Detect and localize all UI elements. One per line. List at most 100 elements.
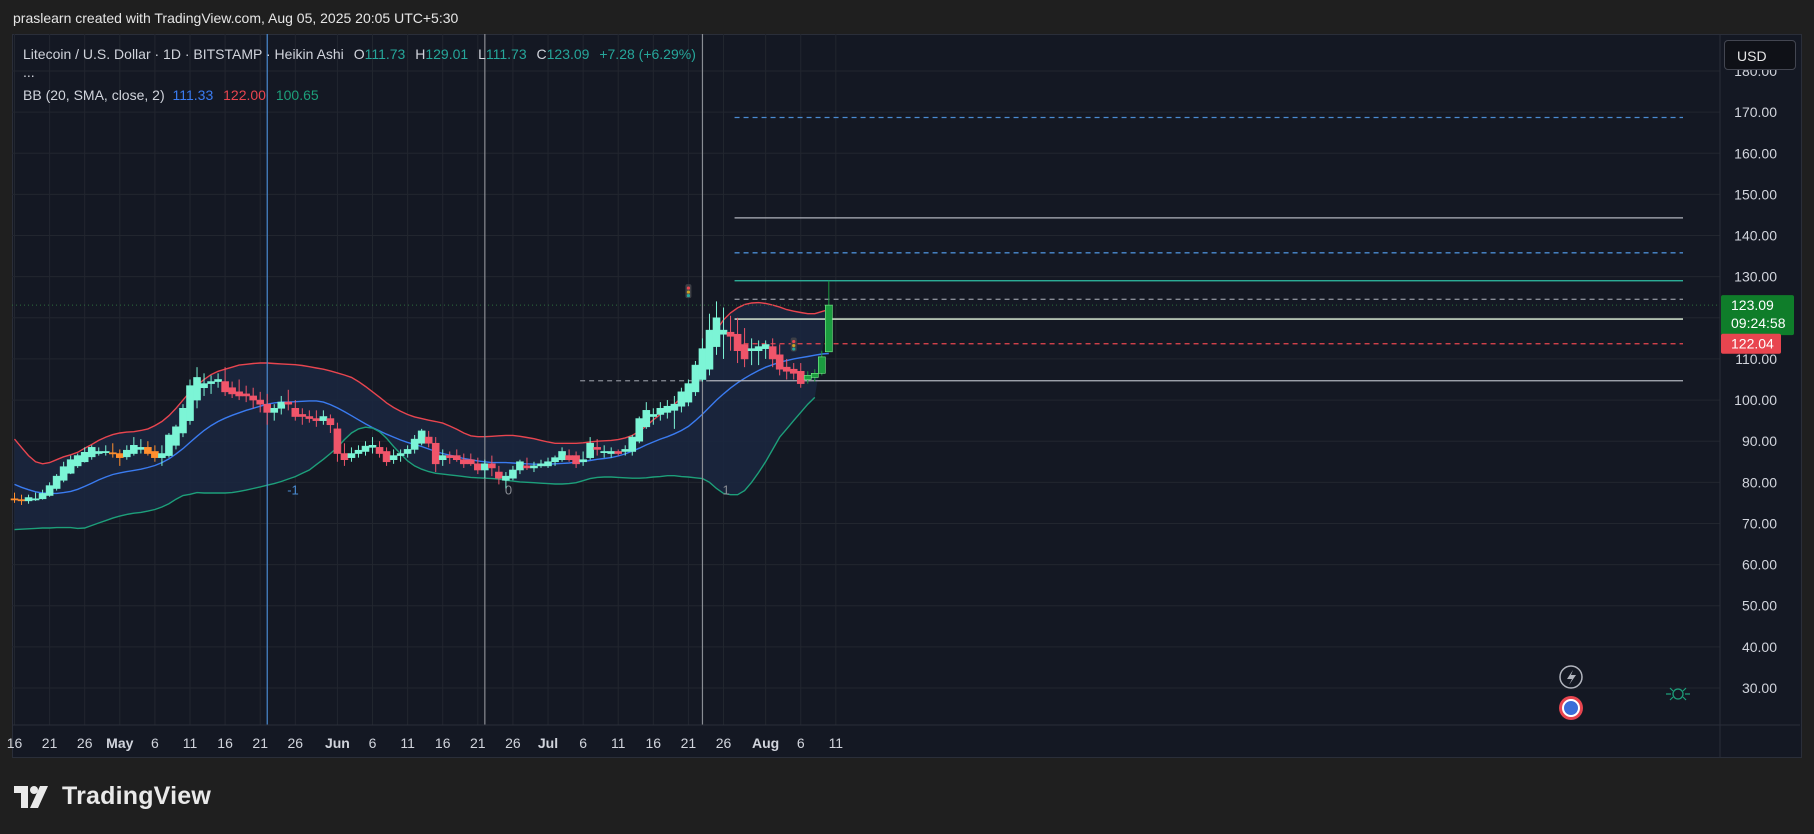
candle-body bbox=[249, 395, 257, 401]
time-axis-label: 11 bbox=[183, 735, 198, 751]
candle-body bbox=[825, 304, 833, 353]
time-axis-label: 6 bbox=[797, 735, 805, 751]
candle-body bbox=[579, 459, 587, 463]
signal-green bbox=[686, 293, 691, 298]
candle-body bbox=[87, 447, 96, 458]
candle-body bbox=[24, 497, 33, 502]
candle-body bbox=[417, 430, 426, 444]
symbol-legend[interactable]: Litecoin / U.S. Dollar · 1D · BITSTAMP ·… bbox=[23, 46, 696, 62]
countdown-text: 09:24:58 bbox=[1731, 315, 1786, 331]
price-axis-label: 70.00 bbox=[1742, 515, 1777, 531]
candle-body bbox=[375, 447, 384, 454]
time-axis-label: May bbox=[106, 735, 133, 751]
bb-upper-value: 122.00 bbox=[223, 87, 266, 103]
candle-body bbox=[691, 364, 700, 393]
bb-lower-value: 100.65 bbox=[275, 87, 319, 103]
time-axis-label: 26 bbox=[505, 735, 521, 751]
candle-body bbox=[537, 463, 545, 467]
candle-body bbox=[684, 383, 693, 403]
candle-body bbox=[705, 329, 714, 370]
candle-body bbox=[193, 377, 201, 401]
candle-body bbox=[775, 354, 784, 370]
candle-body bbox=[207, 381, 215, 384]
price-chart[interactable]: -1 0 1 30.0040.0050.0060.0070.0080.0090.00… bbox=[0, 0, 1814, 834]
price-axis-label: 40.00 bbox=[1742, 639, 1777, 655]
candle-body bbox=[754, 346, 763, 352]
candle-body bbox=[459, 459, 468, 465]
candle-body bbox=[712, 317, 721, 347]
candle-body bbox=[45, 485, 54, 496]
candle-body bbox=[523, 465, 531, 469]
candle-body bbox=[179, 407, 187, 434]
bb-legend[interactable]: BB (20, SMA, close, 2) 111.33 122.00 100… bbox=[23, 87, 319, 103]
candle-body bbox=[509, 469, 517, 479]
candle-body bbox=[488, 463, 496, 469]
candle-body bbox=[291, 407, 300, 417]
legend-more[interactable]: ... bbox=[23, 64, 35, 80]
signal-amber bbox=[686, 290, 691, 294]
candle-body bbox=[235, 391, 243, 397]
candle-body bbox=[810, 373, 819, 378]
time-axis-label: 11 bbox=[829, 735, 844, 751]
candle-body bbox=[733, 333, 742, 352]
high-value: 129.01 bbox=[425, 46, 469, 62]
candle-body bbox=[600, 451, 608, 453]
candle-body bbox=[698, 348, 707, 380]
currency-button[interactable]: USD bbox=[1724, 40, 1796, 70]
candle-body bbox=[452, 455, 461, 461]
price-axis-label: 150.00 bbox=[1734, 186, 1777, 202]
candle-body bbox=[768, 346, 777, 360]
candle-body bbox=[10, 498, 19, 501]
lightning-bolt bbox=[1567, 670, 1576, 685]
price-axis-label: 60.00 bbox=[1742, 557, 1777, 573]
candle-body bbox=[565, 455, 573, 461]
candle-body bbox=[382, 451, 391, 463]
candle-body bbox=[263, 403, 272, 413]
candle-body bbox=[354, 449, 363, 454]
candle-body bbox=[73, 455, 82, 467]
time-axis-label: Jul bbox=[538, 735, 558, 751]
time-axis-label: 21 bbox=[42, 735, 58, 751]
candle-body bbox=[284, 401, 293, 405]
candle-body bbox=[796, 370, 805, 384]
candle-body bbox=[137, 447, 145, 450]
tradingview-logo[interactable]: TradingView bbox=[14, 782, 211, 811]
session-icon-rays bbox=[1666, 687, 1690, 701]
tradingview-logo-icon bbox=[14, 785, 48, 808]
price-axis-label: 50.00 bbox=[1742, 598, 1777, 614]
time-axis-label: 26 bbox=[716, 735, 732, 751]
candle-body bbox=[642, 410, 651, 428]
candle-body bbox=[445, 455, 454, 458]
candle-body bbox=[502, 475, 510, 481]
price-axis-label: 90.00 bbox=[1742, 433, 1777, 449]
candle-body bbox=[747, 348, 756, 352]
candle-body bbox=[270, 407, 279, 413]
candle-body bbox=[200, 383, 208, 389]
bb-label[interactable]: BB (20, SMA, close, 2) bbox=[23, 87, 165, 103]
candle-body bbox=[677, 391, 686, 407]
last-price-text: 123.09 bbox=[1731, 297, 1774, 313]
time-axis-label: 21 bbox=[252, 735, 268, 751]
candle-body bbox=[403, 449, 412, 454]
candle-body bbox=[52, 475, 61, 489]
candle-body bbox=[319, 416, 328, 421]
time-axis-label: 26 bbox=[77, 735, 93, 751]
candle-body bbox=[144, 447, 152, 454]
candle-body bbox=[333, 428, 342, 454]
time-axis-label: 16 bbox=[217, 735, 233, 751]
candle-body bbox=[656, 407, 665, 415]
high-label: H bbox=[415, 46, 426, 62]
price-axis-label: 100.00 bbox=[1734, 392, 1777, 408]
candle-body bbox=[326, 418, 335, 426]
time-axis-label: 16 bbox=[435, 735, 451, 751]
time-axis-label: 6 bbox=[369, 735, 377, 751]
signal-green bbox=[792, 347, 796, 351]
candle-body bbox=[228, 387, 236, 395]
candle-body bbox=[298, 414, 307, 417]
candle-body bbox=[558, 451, 566, 461]
symbol-title[interactable]: Litecoin / U.S. Dollar · 1D · BITSTAMP ·… bbox=[23, 46, 344, 62]
tradingview-logo-text: TradingView bbox=[62, 782, 212, 810]
candle-body bbox=[59, 466, 68, 481]
candle-body bbox=[38, 493, 47, 500]
change-value: +7.28 (+6.29%) bbox=[599, 46, 696, 62]
